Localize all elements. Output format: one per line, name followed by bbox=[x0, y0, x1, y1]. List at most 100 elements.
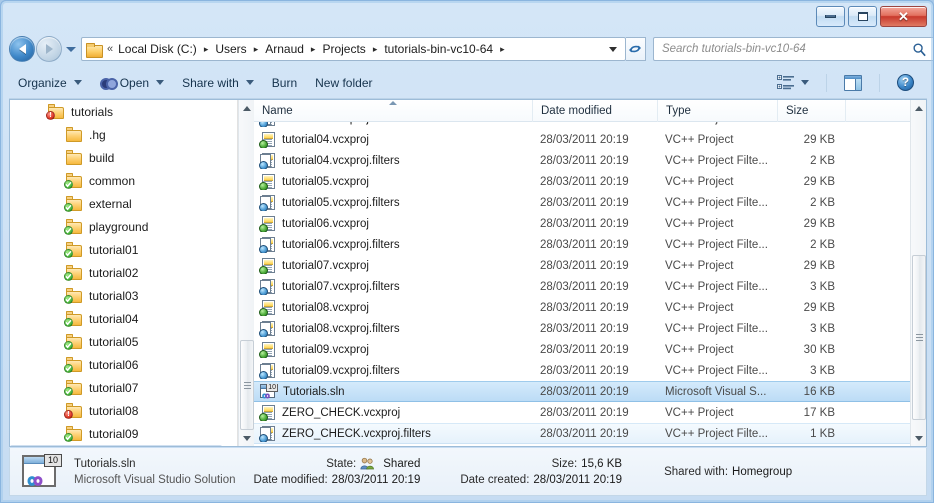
maximize-button[interactable] bbox=[848, 6, 877, 27]
scroll-down-button[interactable] bbox=[239, 430, 255, 446]
vcxproj-filters-file-icon bbox=[260, 153, 276, 169]
table-row[interactable]: tutorial07.vcxproj.filters28/03/2011 20:… bbox=[254, 276, 910, 297]
file-name-label: tutorial06.vcxproj bbox=[282, 218, 369, 230]
sidebar-item-tutorial09[interactable]: tutorial09 bbox=[10, 422, 222, 445]
table-row[interactable]: tutorial09.vcxproj.filters28/03/2011 20:… bbox=[254, 360, 910, 381]
new-folder-button[interactable]: New folder bbox=[306, 71, 381, 95]
sidebar-item-tutorial04[interactable]: tutorial04 bbox=[10, 307, 222, 330]
cell-date-modified: 28/03/2011 20:19 bbox=[532, 122, 657, 125]
burn-button[interactable]: Burn bbox=[263, 71, 306, 95]
sidebar-item-external[interactable]: external bbox=[10, 192, 222, 215]
cell-name: tutorial04.vcxproj.filters bbox=[254, 153, 532, 169]
window-controls: ✕ bbox=[816, 6, 927, 27]
details-filename-line: Tutorials.sln bbox=[74, 458, 236, 470]
table-row[interactable]: tutorial04.vcxproj.filters28/03/2011 20:… bbox=[254, 150, 910, 171]
file-name-label: tutorial06.vcxproj.filters bbox=[282, 239, 400, 251]
sidebar-item-tutorial05[interactable]: tutorial05 bbox=[10, 330, 222, 353]
details-state-line: State: Shared bbox=[326, 457, 420, 470]
sort-ascending-icon bbox=[389, 101, 397, 105]
close-button[interactable]: ✕ bbox=[880, 6, 927, 27]
table-row[interactable]: tutorial05.vcxproj28/03/2011 20:19VC++ P… bbox=[254, 171, 910, 192]
table-row[interactable]: tutorial08.vcxproj.filters28/03/2011 20:… bbox=[254, 318, 910, 339]
scroll-up-button[interactable] bbox=[239, 100, 255, 116]
sidebar-item-playground[interactable]: playground bbox=[10, 215, 222, 238]
sidebar-item-tutorial06[interactable]: tutorial06 bbox=[10, 353, 222, 376]
close-icon: ✕ bbox=[898, 10, 909, 23]
share-with-button[interactable]: Share with bbox=[173, 71, 263, 95]
table-row[interactable]: tutorial03.vcxproj.filters28/03/2011 20:… bbox=[254, 122, 910, 129]
table-row[interactable]: tutorial04.vcxproj28/03/2011 20:19VC++ P… bbox=[254, 129, 910, 150]
sidebar-item-hg[interactable]: .hg bbox=[10, 123, 222, 146]
cell-size: 17 KB bbox=[777, 407, 845, 419]
scrollbar-thumb[interactable] bbox=[240, 340, 254, 430]
sidebar-item-tutorial07[interactable]: tutorial07 bbox=[10, 376, 222, 399]
navigation-buttons bbox=[9, 36, 81, 62]
details-state-value: Shared bbox=[383, 458, 420, 470]
search-box[interactable]: Search tutorials-bin-vc10-64 bbox=[653, 37, 934, 61]
cell-name: tutorial05.vcxproj.filters bbox=[254, 195, 532, 211]
breadcrumb-overflow-icon[interactable]: « bbox=[105, 43, 115, 55]
organize-button[interactable]: Organize bbox=[9, 71, 91, 95]
column-header-type[interactable]: Type bbox=[657, 100, 777, 122]
table-row[interactable]: tutorial06.vcxproj28/03/2011 20:19VC++ P… bbox=[254, 213, 910, 234]
breadcrumb-item-3[interactable]: Projects bbox=[319, 40, 368, 58]
breadcrumb-separator-icon[interactable]: ▸ bbox=[200, 44, 213, 55]
view-list-icon bbox=[777, 75, 794, 90]
cell-name: tutorial04.vcxproj bbox=[254, 132, 532, 148]
sidebar-item-build[interactable]: build bbox=[10, 146, 222, 169]
column-header-date[interactable]: Date modified bbox=[532, 100, 657, 122]
file-list-scrollbar[interactable] bbox=[910, 100, 926, 446]
vcxproj-file-icon bbox=[260, 216, 276, 232]
table-row[interactable]: tutorial08.vcxproj28/03/2011 20:19VC++ P… bbox=[254, 297, 910, 318]
column-header-name[interactable]: Name bbox=[254, 100, 532, 122]
folder-icon bbox=[86, 43, 101, 56]
sidebar-item-tutorial03[interactable]: tutorial03 bbox=[10, 284, 222, 307]
recent-locations-chevron-down-icon[interactable] bbox=[66, 47, 76, 52]
breadcrumb-item-4[interactable]: tutorials-bin-vc10-64 bbox=[381, 40, 496, 58]
table-row[interactable]: tutorial07.vcxproj28/03/2011 20:19VC++ P… bbox=[254, 255, 910, 276]
breadcrumb-separator-icon[interactable]: ▸ bbox=[307, 44, 320, 55]
cell-type: VC++ Project bbox=[657, 344, 777, 356]
table-row[interactable]: tutorial05.vcxproj.filters28/03/2011 20:… bbox=[254, 192, 910, 213]
sidebar-item-tutorial08[interactable]: !tutorial08 bbox=[10, 399, 222, 422]
scroll-up-button[interactable] bbox=[911, 100, 927, 116]
navigation-pane-scrollbar[interactable] bbox=[238, 100, 254, 446]
sidebar-item-tutorial01[interactable]: tutorial01 bbox=[10, 238, 222, 261]
table-row[interactable]: 10Tutorials.sln28/03/2011 20:19Microsoft… bbox=[254, 381, 910, 402]
search-input[interactable]: Search tutorials-bin-vc10-64 bbox=[662, 43, 806, 55]
help-button[interactable]: ? bbox=[888, 71, 923, 95]
maximize-icon bbox=[858, 12, 868, 21]
sidebar-item-tutorial02[interactable]: tutorial02 bbox=[10, 261, 222, 284]
forward-button[interactable] bbox=[36, 36, 62, 62]
details-filetype: Microsoft Visual Studio Solution bbox=[74, 474, 236, 486]
breadcrumb-item-1[interactable]: Users bbox=[212, 40, 249, 58]
table-row[interactable]: tutorial09.vcxproj28/03/2011 20:19VC++ P… bbox=[254, 339, 910, 360]
vcxproj-filters-file-icon bbox=[260, 122, 276, 127]
folder-icon bbox=[66, 357, 83, 372]
table-row[interactable]: tutorial06.vcxproj.filters28/03/2011 20:… bbox=[254, 234, 910, 255]
open-button[interactable]: Open bbox=[91, 71, 173, 95]
sidebar-item-common[interactable]: common bbox=[10, 169, 222, 192]
scroll-down-button[interactable] bbox=[911, 430, 927, 446]
breadcrumb-separator-icon[interactable]: ▸ bbox=[496, 44, 509, 55]
breadcrumb-separator-icon[interactable]: ▸ bbox=[369, 44, 382, 55]
breadcrumb-item-0[interactable]: Local Disk (C:) bbox=[115, 40, 200, 58]
breadcrumb-separator-icon[interactable]: ▸ bbox=[250, 44, 263, 55]
refresh-button[interactable] bbox=[626, 37, 646, 61]
minimize-button[interactable] bbox=[816, 6, 845, 27]
address-history-chevron-down-icon[interactable] bbox=[609, 47, 617, 52]
cell-date-modified: 28/03/2011 20:19 bbox=[532, 386, 657, 398]
cell-size: 3 KB bbox=[777, 281, 845, 293]
breadcrumb-item-2[interactable]: Arnaud bbox=[262, 40, 307, 58]
sidebar-item-tutorials-bin-vc10-64[interactable]: tutorials-bin-vc10-64 bbox=[10, 445, 222, 446]
scrollbar-thumb[interactable] bbox=[912, 255, 926, 420]
show-preview-pane-button[interactable] bbox=[835, 71, 871, 95]
table-row[interactable]: ZERO_CHECK.vcxproj.filters28/03/2011 20:… bbox=[254, 423, 910, 444]
sidebar-item-label: tutorial06 bbox=[89, 358, 138, 372]
sidebar-item-tutorials[interactable]: !tutorials bbox=[10, 100, 222, 123]
change-view-button[interactable] bbox=[768, 71, 818, 95]
table-row[interactable]: ZERO_CHECK.vcxproj28/03/2011 20:19VC++ P… bbox=[254, 402, 910, 423]
address-bar[interactable]: « Local Disk (C:) ▸ Users ▸ Arnaud ▸ Pro… bbox=[81, 37, 626, 61]
column-header-size[interactable]: Size bbox=[777, 100, 845, 122]
back-button[interactable] bbox=[9, 36, 35, 62]
